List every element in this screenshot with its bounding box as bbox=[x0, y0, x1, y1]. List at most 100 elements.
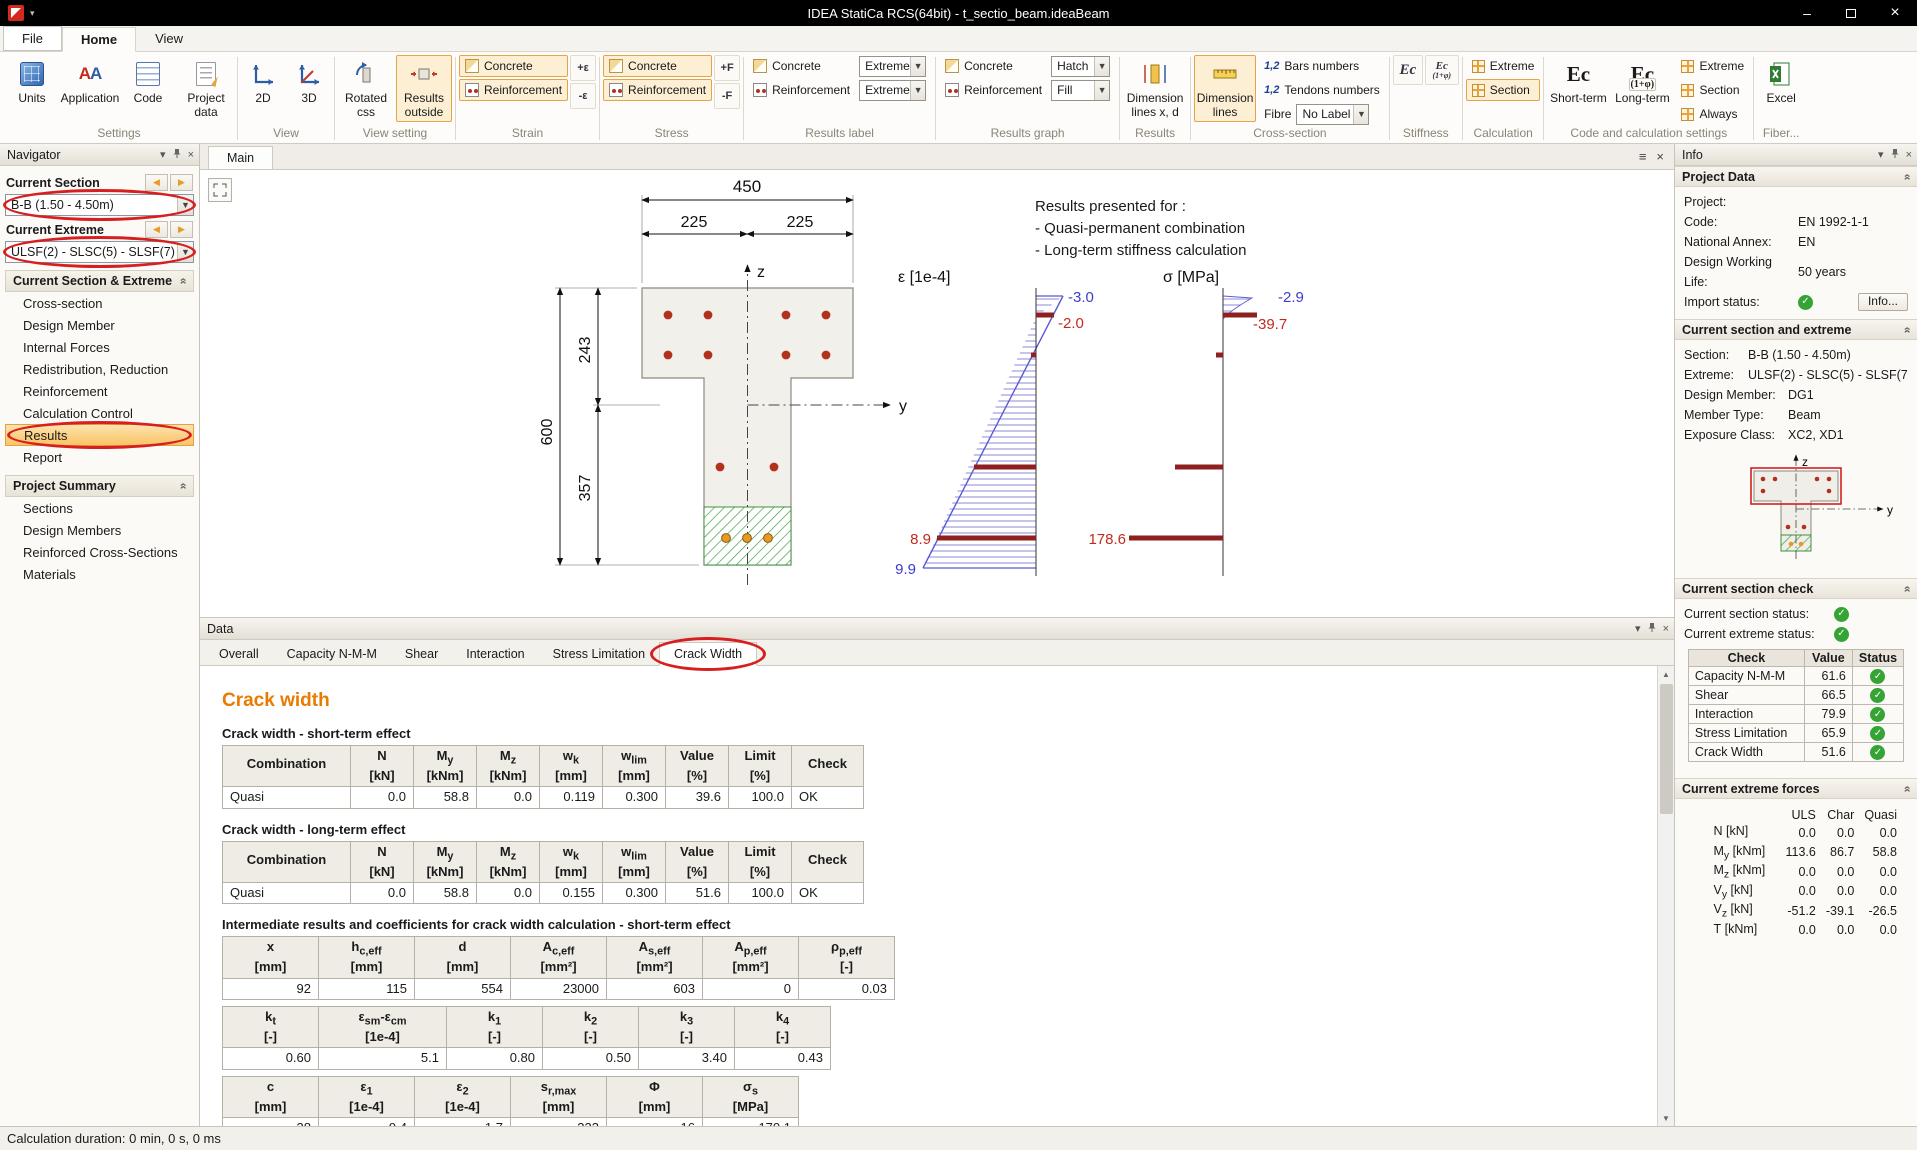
table-cell: 51.6 bbox=[666, 883, 729, 904]
vertical-scrollbar[interactable]: ▲ ▼ bbox=[1657, 666, 1674, 1126]
tendons-numbers-button[interactable]: 1,2Tendons numbers bbox=[1258, 79, 1386, 101]
strain-minus-button[interactable]: -ε bbox=[570, 83, 596, 109]
2d-button[interactable]: 2D bbox=[241, 55, 285, 121]
tab-overall[interactable]: Overall bbox=[205, 643, 273, 665]
tab-interaction[interactable]: Interaction bbox=[452, 643, 538, 665]
results-outside-button[interactable]: Results outside bbox=[396, 55, 452, 122]
current-section-extreme-header[interactable]: Current section and extreme» bbox=[1675, 319, 1917, 340]
ribbon-tab-view[interactable]: View bbox=[136, 26, 202, 51]
sidebar-item-report[interactable]: Report bbox=[5, 446, 194, 468]
project-summary-group-header[interactable]: Project Summary » bbox=[5, 475, 194, 497]
2d-icon bbox=[250, 59, 276, 89]
intermediate-table-2: kt[-] εsm-εcm[1e-4] k1[-] k2[-] k3[-] k4… bbox=[222, 1006, 831, 1070]
scroll-down-button[interactable]: ▼ bbox=[1658, 1110, 1674, 1126]
ec-long-term-button[interactable]: Ec(1+φ)Long-term bbox=[1611, 55, 1673, 121]
settings-section-toggle[interactable]: Section bbox=[1675, 79, 1750, 101]
results-graph-reinforcement-select[interactable]: Fill▼ bbox=[1051, 80, 1110, 101]
current-section-dropdown[interactable]: B-B (1.50 - 4.50m) ▼ bbox=[5, 194, 194, 216]
tab-stress-limitation[interactable]: Stress Limitation bbox=[539, 643, 659, 665]
sidebar-item-redistribution[interactable]: Redistribution, Reduction bbox=[5, 358, 194, 380]
sidebar-item-reinforcement[interactable]: Reinforcement bbox=[5, 380, 194, 402]
strain-reinforcement-toggle[interactable]: Reinforcement bbox=[459, 79, 568, 101]
column-header: ε1[1e-4] bbox=[319, 1076, 415, 1117]
stress-minus-button[interactable]: -F bbox=[714, 83, 740, 109]
close-icon[interactable]: × bbox=[1663, 623, 1669, 635]
application-button[interactable]: AAApplication bbox=[62, 55, 118, 121]
bars-numbers-icon: 1,2 bbox=[1264, 60, 1279, 72]
sidebar-item-reinforced-cross-sections[interactable]: Reinforced Cross-Sections bbox=[5, 541, 194, 563]
calculation-extreme-toggle[interactable]: Extreme bbox=[1466, 55, 1541, 77]
tab-capacity-nmm[interactable]: Capacity N-M-M bbox=[273, 643, 391, 665]
maximize-button[interactable] bbox=[1829, 0, 1873, 26]
results-label-concrete-select[interactable]: Extreme▼ bbox=[859, 56, 926, 77]
stiffness-short-button[interactable]: Ec bbox=[1393, 55, 1423, 85]
quick-access-caret-icon[interactable]: ▾ bbox=[30, 8, 35, 19]
settings-always-toggle[interactable]: Always bbox=[1675, 103, 1750, 125]
strain-plus-button[interactable]: +ε bbox=[570, 55, 596, 81]
sidebar-item-results[interactable]: Results bbox=[5, 424, 194, 446]
scroll-up-button[interactable]: ▲ bbox=[1658, 666, 1674, 682]
fibre-label-select[interactable]: No Label▼ bbox=[1296, 104, 1369, 125]
project-data-header[interactable]: Project Data» bbox=[1675, 166, 1917, 187]
section-extreme-group-header[interactable]: Current Section & Extreme » bbox=[5, 270, 194, 292]
excel-button[interactable]: Excel bbox=[1757, 55, 1805, 121]
bars-numbers-button[interactable]: 1,2Bars numbers bbox=[1258, 55, 1386, 77]
next-extreme-button[interactable]: ▶ bbox=[170, 221, 193, 238]
dimension-lines-xd-button[interactable]: Dimension lines x, d bbox=[1123, 55, 1187, 122]
close-icon[interactable]: × bbox=[188, 149, 194, 161]
sidebar-item-cross-section[interactable]: Cross-section bbox=[5, 292, 194, 314]
grid-icon bbox=[1681, 84, 1694, 97]
previous-section-button[interactable]: ◀ bbox=[145, 174, 168, 191]
tab-shear[interactable]: Shear bbox=[391, 643, 452, 665]
current-extreme-forces-header[interactable]: Current extreme forces» bbox=[1675, 778, 1917, 799]
dimension-lines-button[interactable]: Dimension lines bbox=[1194, 55, 1256, 122]
pin-icon[interactable] bbox=[1890, 148, 1900, 162]
units-button[interactable]: Units bbox=[4, 55, 60, 121]
stress-reinforcement-toggle[interactable]: Reinforcement bbox=[603, 79, 712, 101]
crack-width-short-term-table: Combination N[kN] My[kNm] Mz[kNm] wk[mm]… bbox=[222, 745, 864, 809]
strain-concrete-toggle[interactable]: Concrete bbox=[459, 55, 568, 77]
sidebar-item-sections[interactable]: Sections bbox=[5, 497, 194, 519]
pin-icon[interactable] bbox=[1647, 622, 1657, 636]
stress-plus-button[interactable]: +F bbox=[714, 55, 740, 81]
chevron-down-icon[interactable]: ▾ bbox=[1878, 148, 1884, 161]
sidebar-item-internal-forces[interactable]: Internal Forces bbox=[5, 336, 194, 358]
ribbon-tab-file[interactable]: File bbox=[3, 26, 62, 51]
next-section-button[interactable]: ▶ bbox=[170, 174, 193, 191]
pin-icon[interactable] bbox=[172, 148, 182, 162]
results-graph-concrete-select[interactable]: Hatch▼ bbox=[1051, 56, 1110, 77]
code-button[interactable]: Code bbox=[120, 55, 176, 121]
info-button[interactable]: Info... bbox=[1858, 293, 1908, 311]
previous-extreme-button[interactable]: ◀ bbox=[145, 221, 168, 238]
fit-view-button[interactable] bbox=[208, 178, 232, 202]
project-data-button[interactable]: Project data bbox=[178, 55, 234, 122]
minimize-button[interactable]: – bbox=[1785, 0, 1829, 26]
ec-short-term-button[interactable]: EcShort-term bbox=[1547, 55, 1609, 121]
settings-extreme-toggle[interactable]: Extreme bbox=[1675, 55, 1750, 77]
sidebar-item-design-members[interactable]: Design Members bbox=[5, 519, 194, 541]
table-cell: 0.80 bbox=[447, 1048, 543, 1069]
scroll-thumb[interactable] bbox=[1660, 684, 1673, 814]
stiffness-long-button[interactable]: Ec(1+φ) bbox=[1425, 55, 1459, 85]
current-extreme-dropdown[interactable]: ULSF(2) - SLSC(5) - SLSF(7) - S ▼ bbox=[5, 241, 194, 263]
close-icon[interactable]: × bbox=[1906, 149, 1912, 161]
close-button[interactable]: × bbox=[1873, 0, 1917, 26]
sidebar-item-materials[interactable]: Materials bbox=[5, 563, 194, 585]
rotated-css-button[interactable]: Rotated css bbox=[338, 55, 394, 122]
window-list-icon[interactable]: ≡ bbox=[1639, 149, 1647, 164]
table-cell: 0.0 bbox=[1859, 921, 1902, 941]
results-label-reinforcement-select[interactable]: Extreme▼ bbox=[859, 80, 926, 101]
tab-crack-width[interactable]: Crack Width bbox=[659, 642, 757, 666]
chevron-down-icon[interactable]: ▾ bbox=[160, 148, 166, 161]
sidebar-item-design-member[interactable]: Design Member bbox=[5, 314, 194, 336]
3d-button[interactable]: 3D bbox=[287, 55, 331, 121]
current-section-check-header[interactable]: Current section check» bbox=[1675, 578, 1917, 599]
ribbon-tab-home[interactable]: Home bbox=[62, 27, 136, 52]
chevron-down-icon[interactable]: ▾ bbox=[1635, 622, 1641, 635]
close-view-icon[interactable]: × bbox=[1656, 149, 1664, 164]
stress-concrete-toggle[interactable]: Concrete bbox=[603, 55, 712, 77]
tab-main[interactable]: Main bbox=[208, 146, 273, 169]
sidebar-item-calculation-control[interactable]: Calculation Control bbox=[5, 402, 194, 424]
app-logo-icon[interactable] bbox=[8, 5, 24, 21]
calculation-section-toggle[interactable]: Section bbox=[1466, 79, 1541, 101]
